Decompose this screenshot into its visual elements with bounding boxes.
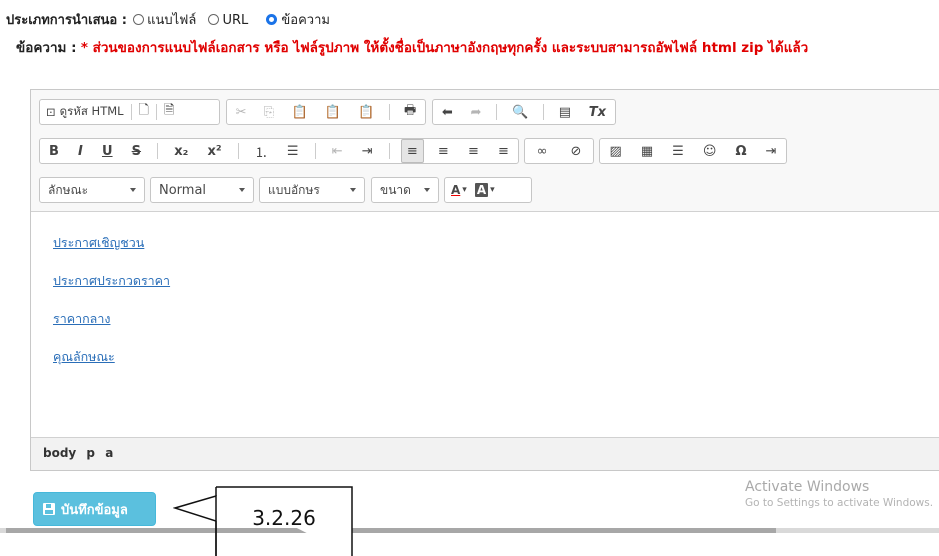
- font-dropdown[interactable]: แบบอักษร: [259, 177, 365, 203]
- subscript-icon[interactable]: x₂: [169, 139, 193, 163]
- element-path[interactable]: body p a: [43, 446, 113, 460]
- separator: [388, 104, 390, 120]
- presentation-type-row: ประเภทการนำเสนอ : แนบไฟล์ URL ข้อความ: [6, 9, 336, 30]
- align-right-icon[interactable]: ≡: [463, 139, 484, 163]
- size-dropdown[interactable]: ขนาด: [371, 177, 439, 203]
- separator: [237, 143, 239, 159]
- separator: [388, 143, 390, 159]
- find-icon[interactable]: 🔍: [507, 100, 533, 124]
- activate-windows-title: Activate Windows: [745, 479, 870, 495]
- new-page-icon[interactable]: 🗋: [134, 100, 154, 124]
- paste-text-icon[interactable]: 📋: [320, 100, 346, 124]
- outdent-icon[interactable]: ⇤: [327, 139, 348, 163]
- chevron-down-icon: [239, 188, 245, 192]
- separator: [542, 104, 544, 120]
- underline-icon[interactable]: U: [97, 139, 118, 163]
- option-text-label: ข้อความ: [281, 13, 330, 28]
- link-specifications[interactable]: คุณลักษณะ: [53, 348, 939, 366]
- color-group: A ▾ A ▾: [444, 177, 532, 203]
- strike-icon[interactable]: S: [127, 139, 146, 163]
- chevron-down-icon: [424, 188, 430, 192]
- source-label: ดูรหัส HTML: [59, 104, 124, 118]
- toolbar-group-editing: ⬅ ➦ 🔍 ▤ Tx: [432, 99, 616, 125]
- select-all-icon[interactable]: ▤: [554, 100, 576, 124]
- note-label: ข้อความ :: [16, 40, 77, 56]
- presentation-type-label: ประเภทการนำเสนอ :: [6, 13, 127, 28]
- separator: [157, 143, 159, 159]
- toolbar-group-document: ⊡ ดูรหัส HTML 🗋 🗎: [39, 99, 220, 125]
- horizontal-scrollbar-thumb[interactable]: [6, 528, 776, 533]
- toolbar-group-links: ∞ ⊘: [524, 138, 594, 164]
- styles-dropdown[interactable]: ลักษณะ: [39, 177, 145, 203]
- chevron-down-icon: [130, 188, 136, 192]
- cut-icon[interactable]: ✂: [231, 100, 252, 124]
- italic-icon[interactable]: I: [73, 139, 88, 163]
- activate-windows-subtitle: Go to Settings to activate Windows.: [745, 497, 934, 509]
- font-value: แบบอักษร: [268, 182, 320, 197]
- floppy-disk-icon: [43, 503, 55, 515]
- option-url-label: URL: [222, 13, 249, 28]
- link-median-price[interactable]: ราคากลาง: [53, 310, 939, 328]
- remove-format-icon[interactable]: Tx: [584, 100, 611, 124]
- separator: [314, 143, 316, 159]
- styles-value: ลักษณะ: [48, 182, 89, 197]
- preview-icon[interactable]: 🗎: [159, 100, 179, 124]
- radio-attach-file[interactable]: [133, 14, 145, 25]
- toolbar-group-basic-styles: B I U S x₂ x² ⒈ ☰ ⇤ ⇥ ≡ ≡ ≡ ≡: [39, 138, 519, 164]
- align-center-icon[interactable]: ≡: [433, 139, 454, 163]
- link-invitation[interactable]: ประกาศเชิญชวน: [53, 234, 939, 252]
- note-row: ข้อความ : * ส่วนของการแนบไฟล์เอกสาร หรือ…: [6, 37, 916, 59]
- toolbar-group-clipboard: ✂ ⎘ 📋 📋 📋 🖶: [226, 99, 426, 125]
- save-button[interactable]: บันทึกข้อมูล: [33, 492, 156, 526]
- superscript-icon[interactable]: x²: [202, 139, 226, 163]
- warning-text: * ส่วนของการแนบไฟล์เอกสาร หรือ ไฟล์รูปภา…: [80, 40, 809, 56]
- size-value: ขนาด: [380, 182, 411, 197]
- bulleted-list-icon[interactable]: ☰: [282, 139, 304, 163]
- chevron-down-icon: [350, 188, 356, 192]
- paste-word-icon[interactable]: 📋: [353, 100, 379, 124]
- page-break-icon[interactable]: ⇥: [761, 139, 782, 163]
- format-value: Normal: [159, 182, 207, 198]
- special-char-icon[interactable]: Ω: [730, 139, 751, 163]
- option-attach-file-label: แนบไฟล์: [147, 13, 197, 28]
- undo-icon[interactable]: ⬅: [437, 100, 458, 124]
- separator: [130, 104, 132, 120]
- element-path-bar: body p a: [31, 437, 939, 470]
- chevron-down-icon[interactable]: ▾: [490, 185, 495, 195]
- format-dropdown[interactable]: Normal: [150, 177, 254, 203]
- link-bid-announcement[interactable]: ประกาศประกวดราคา: [53, 272, 939, 290]
- toolbar-group-insert: ▨ ▦ ☰ ☺ Ω ⇥: [599, 138, 787, 164]
- print-icon[interactable]: 🖶: [399, 100, 421, 124]
- numbered-list-icon[interactable]: ⒈: [250, 139, 273, 163]
- align-justify-icon[interactable]: ≡: [493, 139, 514, 163]
- chevron-down-icon[interactable]: ▾: [462, 185, 467, 195]
- smiley-icon[interactable]: ☺: [698, 139, 722, 163]
- indent-icon[interactable]: ⇥: [357, 139, 378, 163]
- link-icon[interactable]: ∞: [532, 139, 553, 163]
- image-icon[interactable]: ▨: [605, 139, 627, 163]
- radio-text-selected[interactable]: [266, 14, 278, 25]
- callout-label: 3.2.26: [252, 506, 316, 530]
- radio-url[interactable]: [208, 14, 220, 25]
- source-icon: ⊡: [46, 105, 56, 119]
- paste-icon[interactable]: 📋: [286, 100, 312, 124]
- redo-icon[interactable]: ➦: [466, 100, 487, 124]
- rich-text-editor: ⊡ ดูรหัส HTML 🗋 🗎 ✂ ⎘ 📋 📋 📋 🖶 ⬅ ➦ 🔍 ▤ Tx: [30, 89, 939, 471]
- source-button[interactable]: ⊡ ดูรหัส HTML: [40, 100, 129, 124]
- editor-content-area[interactable]: ประกาศเชิญชวน ประกาศประกวดราคา ราคากลาง …: [31, 212, 939, 438]
- copy-icon[interactable]: ⎘: [259, 100, 279, 124]
- save-button-label: บันทึกข้อมูล: [61, 502, 128, 518]
- editor-toolbar: ⊡ ดูรหัส HTML 🗋 🗎 ✂ ⎘ 📋 📋 📋 🖶 ⬅ ➦ 🔍 ▤ Tx: [31, 90, 939, 212]
- align-left-icon[interactable]: ≡: [400, 139, 424, 163]
- bold-icon[interactable]: B: [44, 139, 64, 163]
- horizontal-rule-icon[interactable]: ☰: [667, 139, 689, 163]
- unlink-icon[interactable]: ⊘: [566, 139, 587, 163]
- background-color-icon[interactable]: A: [474, 183, 489, 197]
- table-icon[interactable]: ▦: [636, 139, 658, 163]
- separator: [496, 104, 498, 120]
- separator: [156, 104, 157, 120]
- text-color-icon[interactable]: A: [451, 183, 460, 197]
